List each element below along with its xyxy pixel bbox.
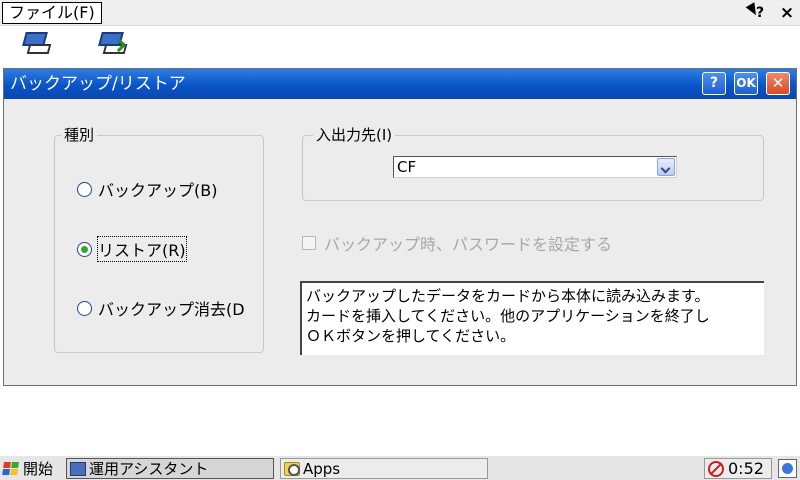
- help-question-icon: ?: [756, 5, 765, 21]
- taskbar-item-apps[interactable]: Apps: [280, 458, 488, 479]
- password-checkbox-row: バックアップ時、パスワードを設定する: [302, 233, 613, 254]
- system-tray[interactable]: 0:52: [704, 458, 772, 479]
- io-destination-group: 入出力先(I) CF: [302, 126, 764, 201]
- start-button[interactable]: 開始: [0, 458, 62, 479]
- password-checkbox: [302, 236, 316, 250]
- file-menu[interactable]: ファイル(F): [2, 2, 102, 24]
- chevron-down-icon[interactable]: [657, 158, 675, 176]
- info-message-box: バックアップしたデータをカードから本体に読み込みます。 カードを挿入してください…: [300, 281, 764, 355]
- transfer-app-icon[interactable]: [94, 28, 130, 62]
- dialog-help-button[interactable]: ?: [702, 72, 726, 95]
- backup-app-icon[interactable]: [18, 28, 54, 62]
- radio-restore[interactable]: リストア(R): [77, 236, 187, 262]
- radio-backup-delete-circle[interactable]: [77, 300, 92, 316]
- io-group-label: 入出力先(I): [313, 126, 396, 144]
- radio-backup[interactable]: バックアップ(B): [77, 178, 217, 200]
- io-destination-select[interactable]: CF: [393, 156, 677, 178]
- start-label: 開始: [23, 460, 54, 478]
- taskbar: 開始 運用アシスタント Apps 0:52: [0, 455, 800, 480]
- folder-search-icon: [284, 461, 300, 476]
- radio-backup-delete[interactable]: バックアップ消去(D: [77, 297, 245, 319]
- dialog-ok-button[interactable]: OK: [734, 72, 758, 95]
- taskbar-item-apps-label: Apps: [303, 459, 341, 478]
- radio-backup-circle[interactable]: [77, 181, 92, 197]
- password-checkbox-label: バックアップ時、パスワードを設定する: [324, 235, 613, 254]
- radio-backup-delete-label: バックアップ消去(D: [98, 300, 245, 319]
- device-icon: [26, 44, 52, 54]
- io-destination-value: CF: [397, 158, 417, 176]
- radio-restore-circle[interactable]: [77, 241, 92, 257]
- computer-icon: [70, 461, 86, 476]
- radio-restore-label: リストア(R): [97, 236, 187, 262]
- taskbar-item-assistant[interactable]: 運用アシスタント: [66, 458, 274, 479]
- windows-flag-icon: [2, 461, 20, 476]
- dialog-close-button[interactable]: ✕: [766, 72, 790, 95]
- help-pointer-button[interactable]: ?: [745, 2, 770, 22]
- type-group: 種別 バックアップ(B) リストア(R) バックアップ消去(D: [54, 126, 264, 353]
- type-group-label: 種別: [61, 126, 98, 144]
- taskbar-item-assistant-label: 運用アシスタント: [89, 460, 209, 478]
- clock: 0:52: [728, 459, 764, 478]
- power-status-icon[interactable]: [708, 460, 724, 477]
- app-close-button[interactable]: ×: [778, 4, 796, 22]
- radio-backup-label: バックアップ(B): [98, 181, 218, 200]
- backup-restore-dialog: バックアップ/リストア ? OK ✕ 種別 バックアップ(B) リストア(R) …: [3, 68, 797, 386]
- dialog-title: バックアップ/リストア: [10, 74, 186, 94]
- menu-bar: ファイル(F) ? ×: [0, 0, 800, 26]
- show-desktop-icon[interactable]: [778, 459, 797, 478]
- dialog-titlebar: バックアップ/リストア ? OK ✕: [4, 69, 796, 99]
